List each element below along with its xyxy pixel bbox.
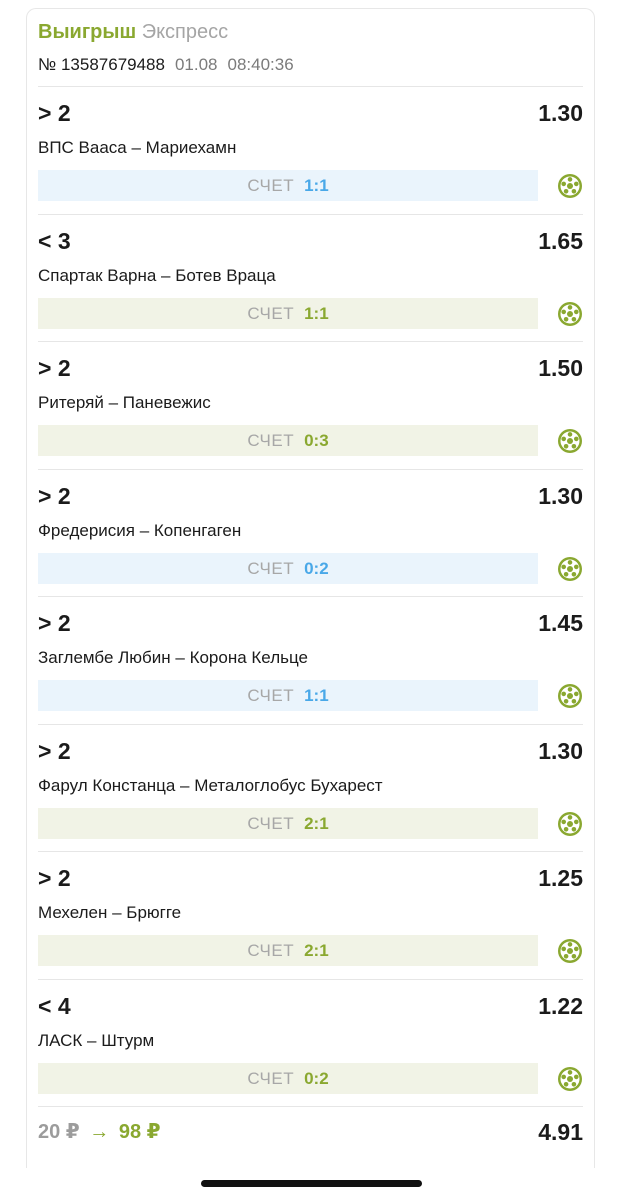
score-label: СЧЕТ bbox=[247, 558, 295, 578]
event-odds: 1.50 bbox=[538, 355, 583, 381]
ticket-number: № 13587679488 bbox=[38, 55, 165, 74]
score-label: СЧЕТ bbox=[247, 813, 295, 833]
ticket-time: 08:40:36 bbox=[227, 55, 294, 74]
event-score-bar: СЧЕТ 0:3 bbox=[38, 425, 538, 456]
event-row[interactable]: > 2 1.30 Фарул Констанца – Металоглобус Бу… bbox=[38, 725, 583, 852]
event-odds: 1.65 bbox=[538, 228, 583, 254]
score-label: СЧЕТ bbox=[247, 940, 295, 960]
payout-amount: 98 ₽ bbox=[118, 1121, 161, 1143]
ticket-date: 01.08 bbox=[174, 55, 218, 74]
football-ball-icon bbox=[557, 556, 583, 582]
score-label: СЧЕТ bbox=[247, 175, 295, 195]
ticket-header: Выигрыш Экспресс № 13587679488 01.08 08:40… bbox=[38, 18, 294, 76]
ticket-bet-type: Экспресс bbox=[141, 21, 229, 43]
event-row[interactable]: < 4 1.22 ЛАСК – Штурм СЧЕТ 0:2 bbox=[38, 980, 583, 1107]
event-odds: 1.30 bbox=[538, 483, 583, 509]
event-row[interactable]: > 2 1.30 Фредерисия – Копенгаген СЧЕТ 0:2 bbox=[38, 470, 583, 597]
event-outcome: < 4 bbox=[38, 993, 71, 1019]
event-odds: 1.25 bbox=[538, 865, 583, 891]
footer-divider bbox=[38, 1106, 583, 1107]
football-ball-icon bbox=[557, 811, 583, 837]
event-outcome: > 2 bbox=[38, 483, 71, 509]
event-row[interactable]: > 2 1.45 Заглембе Любин – Корона Кельце СЧЕ… bbox=[38, 597, 583, 724]
event-outcome: > 2 bbox=[38, 610, 71, 636]
football-ball-icon bbox=[557, 1066, 583, 1092]
home-indicator[interactable] bbox=[201, 1180, 422, 1187]
event-odds: 1.30 bbox=[538, 100, 583, 126]
event-score-bar: СЧЕТ 0:2 bbox=[38, 1063, 538, 1094]
score-value: 1:1 bbox=[304, 175, 329, 195]
score-value: 2:1 bbox=[304, 813, 329, 833]
event-row[interactable]: > 2 1.25 Мехелен – Брюгге СЧЕТ 2:1 bbox=[38, 852, 583, 979]
score-value: 1:1 bbox=[304, 685, 329, 705]
event-odds: 1.30 bbox=[538, 738, 583, 764]
event-outcome: > 2 bbox=[38, 355, 71, 381]
event-score-bar: СЧЕТ 1:1 bbox=[38, 298, 538, 329]
event-row[interactable]: > 2 1.50 Ритеряй – Паневежис СЧЕТ 0:3 bbox=[38, 342, 583, 469]
score-label: СЧЕТ bbox=[247, 1068, 295, 1088]
score-value: 1:1 bbox=[304, 303, 329, 323]
football-ball-icon bbox=[557, 301, 583, 327]
event-match: Ритеряй – Паневежис bbox=[38, 393, 211, 412]
score-value: 2:1 bbox=[304, 940, 329, 960]
ticket-footer: 20 ₽ → 98 ₽ 4.91 bbox=[38, 1118, 583, 1148]
event-row[interactable]: < 3 1.65 Спартак Варна – Ботев Враца СЧЕТ 1:… bbox=[38, 215, 583, 342]
score-label: СЧЕТ bbox=[247, 430, 295, 450]
event-score-bar: СЧЕТ 1:1 bbox=[38, 170, 538, 201]
event-match: ЛАСК – Штурм bbox=[38, 1031, 155, 1050]
ticket-status: Выигрыш bbox=[38, 21, 137, 43]
stake-payout: 20 ₽ → 98 ₽ bbox=[38, 1118, 161, 1146]
event-row[interactable]: > 2 1.30 ВПС Вааса – Мариехамн СЧЕТ 1:1 bbox=[38, 87, 583, 214]
event-score-bar: СЧЕТ 1:1 bbox=[38, 680, 538, 711]
event-score-bar: СЧЕТ 2:1 bbox=[38, 935, 538, 966]
event-outcome: > 2 bbox=[38, 865, 71, 891]
event-match: Спартак Варна – Ботев Враца bbox=[38, 266, 276, 285]
event-match: Фарул Констанца – Металоглобус Бухарест bbox=[38, 776, 383, 795]
football-ball-icon bbox=[557, 428, 583, 454]
score-value: 0:3 bbox=[304, 430, 329, 450]
score-label: СЧЕТ bbox=[247, 685, 295, 705]
ticket-meta: № 13587679488 01.08 08:40:36 bbox=[38, 54, 294, 76]
score-value: 0:2 bbox=[304, 558, 329, 578]
event-match: ВПС Вааса – Мариехамн bbox=[38, 138, 237, 157]
event-match: Заглембе Любин – Корона Кельце bbox=[38, 648, 308, 667]
football-ball-icon bbox=[557, 683, 583, 709]
ticket-title: Выигрыш Экспресс bbox=[38, 18, 294, 46]
arrow-right-icon: → bbox=[89, 1121, 110, 1143]
event-outcome: > 2 bbox=[38, 738, 71, 764]
event-score-bar: СЧЕТ 0:2 bbox=[38, 553, 538, 584]
event-match: Фредерисия – Копенгаген bbox=[38, 521, 242, 540]
event-score-bar: СЧЕТ 2:1 bbox=[38, 808, 538, 839]
football-ball-icon bbox=[557, 938, 583, 964]
event-outcome: > 2 bbox=[38, 100, 71, 126]
event-outcome: < 3 bbox=[38, 228, 71, 254]
stake-amount: 20 ₽ bbox=[38, 1121, 80, 1143]
event-odds: 1.22 bbox=[538, 993, 583, 1019]
total-odds: 4.91 bbox=[538, 1119, 583, 1145]
score-label: СЧЕТ bbox=[247, 303, 295, 323]
football-ball-icon bbox=[557, 173, 583, 199]
event-odds: 1.45 bbox=[538, 610, 583, 636]
score-value: 0:2 bbox=[304, 1068, 329, 1088]
event-match: Мехелен – Брюгге bbox=[38, 903, 182, 922]
